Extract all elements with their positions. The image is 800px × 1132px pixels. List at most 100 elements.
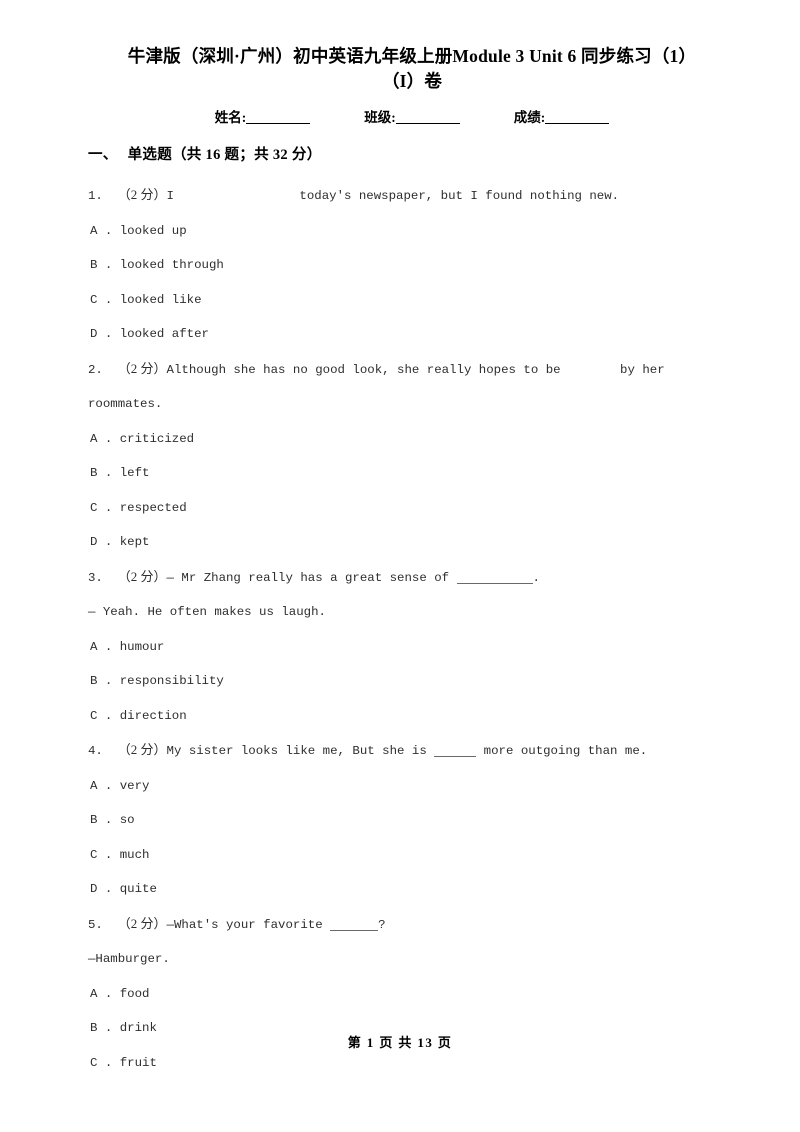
student-class-field: 班级: — [364, 108, 460, 128]
question-option[interactable]: D . looked after — [88, 317, 736, 352]
question-option[interactable]: C . direction — [88, 699, 736, 734]
question-option[interactable]: B . looked through — [88, 248, 736, 283]
question-option[interactable]: B . responsibility — [88, 664, 736, 699]
student-class-label: 班级: — [364, 110, 396, 125]
answer-blank[interactable] — [330, 929, 379, 931]
option-text: left — [119, 466, 150, 480]
option-letter: C — [90, 500, 98, 515]
option-text: food — [119, 986, 150, 1001]
student-name-blank[interactable] — [246, 123, 311, 124]
option-letter: A — [90, 986, 98, 1001]
question-option[interactable]: A . criticized — [88, 422, 736, 457]
option-text: criticized — [119, 431, 195, 446]
question-text-before-blank: —What's your favorite — [166, 917, 323, 932]
section-number: 一、 — [88, 147, 118, 163]
section-heading: 一、 单选题（共 16 题；共 32 分） — [88, 128, 736, 166]
option-letter: C — [90, 847, 98, 862]
option-letter: B — [90, 258, 98, 272]
exam-page: 牛津版（深圳·广州）初中英语九年级上册Module 3 Unit 6 同步练习（… — [0, 0, 800, 1132]
question-number: 1. — [88, 189, 103, 203]
option-text: direction — [119, 708, 187, 723]
question-continuation: —Hamburger. — [88, 952, 170, 966]
question-option[interactable]: A . humour — [88, 630, 736, 665]
question-option[interactable]: A . very — [88, 769, 736, 804]
option-text: humour — [119, 639, 165, 654]
answer-blank[interactable] — [434, 756, 477, 757]
option-letter: D — [90, 535, 98, 549]
option-text: looked through — [119, 258, 224, 272]
option-letter: C — [90, 292, 98, 307]
option-text: much — [119, 847, 150, 862]
option-text: kept — [119, 535, 150, 549]
question-option[interactable]: B . so — [88, 803, 736, 838]
option-letter: D — [90, 882, 98, 896]
question-item: 1. （2 分）I today's newspaper, but I found… — [88, 178, 736, 352]
option-text: looked after — [119, 327, 209, 341]
option-letter: A — [90, 223, 98, 238]
answer-blank[interactable] — [456, 582, 533, 584]
question-marks: （2 分） — [117, 742, 167, 757]
question-number: 2. — [88, 362, 103, 377]
option-text: looked like — [119, 292, 202, 307]
question-option[interactable]: A . looked up — [88, 214, 736, 249]
student-score-blank[interactable] — [545, 123, 610, 124]
question-stem: 2. （2 分）Although she has no good look, s… — [88, 352, 736, 422]
student-score-field: 成绩: — [514, 108, 610, 128]
option-letter: A — [90, 639, 98, 654]
question-option[interactable]: D . kept — [88, 525, 736, 560]
question-text-before-blank: Although she has no good look, she reall… — [166, 362, 561, 377]
page-title: 牛津版（深圳·广州）初中英语九年级上册Module 3 Unit 6 同步练习（… — [88, 0, 736, 94]
page-content: 牛津版（深圳·广州）初中英语九年级上册Module 3 Unit 6 同步练习（… — [88, 0, 736, 1080]
option-text: quite — [119, 882, 157, 896]
option-letter: A — [90, 778, 98, 793]
page-title-line-2: （I）卷 — [381, 71, 443, 91]
option-text: responsibility — [119, 674, 224, 688]
question-stem: 5. （2 分）—What's your favorite ? — [88, 907, 736, 943]
question-option[interactable]: C . looked like — [88, 283, 736, 318]
question-text-before-blank: My sister looks like me, But she is — [166, 744, 427, 758]
question-number: 5. — [88, 917, 103, 932]
option-letter: A — [90, 431, 98, 446]
question-item: 4. （2 分）My sister looks like me, But she… — [88, 733, 736, 907]
question-text-before-blank: — Mr Zhang really has a great sense of — [166, 570, 450, 585]
question-stem: 4. （2 分）My sister looks like me, But she… — [88, 733, 736, 769]
option-text: fruit — [119, 1055, 157, 1070]
question-marks: （2 分） — [117, 568, 167, 584]
option-letter: C — [90, 708, 98, 723]
option-text: very — [119, 778, 150, 793]
student-class-blank[interactable] — [395, 123, 460, 124]
question-item: 2. （2 分）Although she has no good look, s… — [88, 352, 736, 560]
question-option[interactable]: C . respected — [88, 491, 736, 526]
question-option[interactable]: D . quite — [88, 872, 736, 907]
question-number: 4. — [88, 744, 103, 758]
question-stem: 1. （2 分）I today's newspaper, but I found… — [88, 178, 736, 214]
question-option[interactable]: B . left — [88, 456, 736, 491]
option-letter: B — [90, 466, 98, 480]
option-letter: D — [90, 327, 98, 341]
question-number: 3. — [88, 570, 103, 585]
question-option[interactable]: C . much — [88, 838, 736, 873]
student-name-label: 姓名: — [214, 110, 247, 125]
question-list: 1. （2 分）I today's newspaper, but I found… — [88, 166, 736, 1080]
question-option[interactable]: A . food — [88, 977, 736, 1012]
question-continuation: — Yeah. He often makes us laugh. — [88, 605, 326, 619]
question-stem: 3. （2 分）— Mr Zhang really has a great se… — [88, 560, 736, 596]
question-marks: （2 分） — [117, 187, 167, 202]
page-footer: 第 1 页 共 13 页 — [347, 1035, 453, 1050]
option-text: so — [119, 813, 135, 827]
question-item: 5. （2 分）—What's your favorite ? —Hamburge… — [88, 907, 736, 1081]
option-text: respected — [119, 500, 187, 515]
question-text-after-blank: today's newspaper, but I found nothing n… — [291, 189, 620, 203]
student-score-label: 成绩: — [513, 110, 546, 125]
option-letter: B — [90, 813, 98, 827]
question-text-after-blank: ? — [378, 917, 386, 932]
option-text: looked up — [119, 223, 187, 238]
question-marks: （2 分） — [117, 360, 167, 376]
student-info-row: 姓名: 班级: 成绩: — [88, 94, 736, 128]
question-text-after-blank: more outgoing than me. — [476, 744, 648, 758]
option-letter: B — [90, 674, 98, 688]
section-title: 单选题（共 16 题；共 32 分） — [127, 147, 322, 163]
page-title-line-1: 牛津版（深圳·广州）初中英语九年级上册Module 3 Unit 6 同步练习（… — [127, 46, 697, 66]
question-item: 3. （2 分）— Mr Zhang really has a great se… — [88, 560, 736, 734]
question-text-before-blank: I — [166, 189, 174, 203]
